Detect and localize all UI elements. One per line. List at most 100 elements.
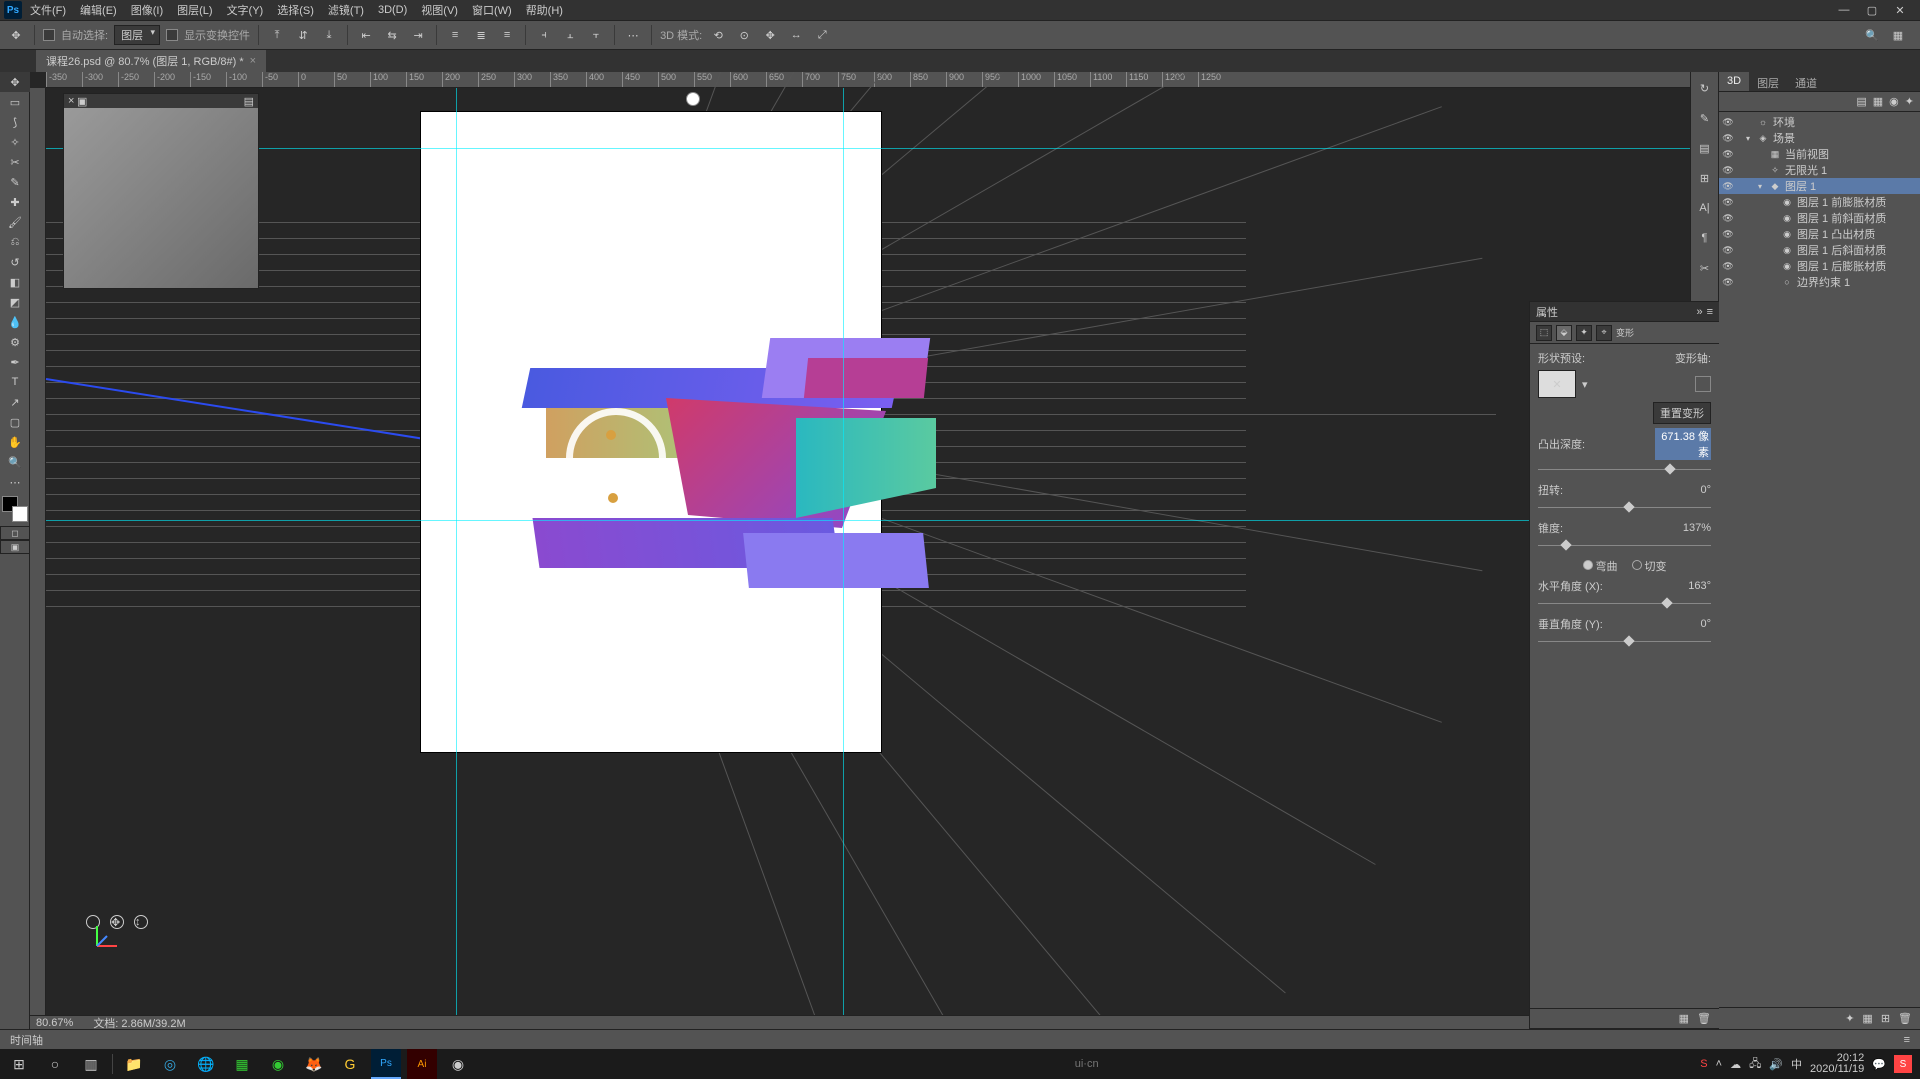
chrome-icon[interactable]: 🌐 — [191, 1049, 221, 1079]
axis-grid[interactable] — [1695, 376, 1711, 392]
zoom-level[interactable]: 80.67% — [36, 1017, 73, 1029]
tree-row[interactable]: 👁◉图层 1 后膨胀材质 — [1719, 258, 1920, 274]
tray-up-icon[interactable]: ˄ — [1716, 1058, 1722, 1070]
quickmask-toggle[interactable]: ◻ — [0, 526, 30, 540]
menu-filter[interactable]: 滤镜(T) — [322, 0, 370, 20]
hand-tool[interactable]: ✋ — [0, 432, 30, 452]
marquee-tool[interactable]: ▭ — [0, 92, 30, 112]
app1-icon[interactable]: ◎ — [155, 1049, 185, 1079]
filter-mesh-icon[interactable]: ▦ — [1873, 95, 1883, 108]
ruler-vertical[interactable] — [30, 88, 46, 1015]
tray-net-icon[interactable]: 🖧 — [1749, 1055, 1761, 1074]
panel-icon-info[interactable]: ⊞ — [1695, 168, 1715, 188]
reset-deform-button[interactable]: 重置变形 — [1653, 402, 1711, 424]
3d-rotate-icon[interactable]: ⟲ — [708, 25, 728, 45]
panel-icon-char[interactable]: A| — [1695, 198, 1715, 218]
3d-panel-new-icon[interactable]: ⊞ — [1881, 1012, 1890, 1025]
visibility-eye-icon[interactable]: 👁 — [1721, 133, 1735, 144]
autoselect-select[interactable]: 图层 — [114, 25, 160, 45]
heal-tool[interactable]: ✚ — [0, 192, 30, 212]
visibility-eye-icon[interactable]: 👁 — [1721, 213, 1735, 224]
window-maximize[interactable]: ▢ — [1862, 4, 1882, 17]
tab-3d[interactable]: 3D — [1719, 72, 1749, 91]
app4-icon[interactable]: G — [335, 1049, 365, 1079]
tray-app2-icon[interactable]: S — [1894, 1055, 1912, 1073]
panel-icon-actions[interactable]: ▤ — [1695, 138, 1715, 158]
eyedropper-tool[interactable]: ✎ — [0, 172, 30, 192]
visibility-eye-icon[interactable]: 👁 — [1721, 165, 1735, 176]
menu-help[interactable]: 帮助(H) — [520, 0, 569, 20]
timeline-panel[interactable]: 时间轴 ≡ — [0, 1029, 1920, 1049]
blur-tool[interactable]: 💧 — [0, 312, 30, 332]
3d-object[interactable] — [466, 338, 916, 608]
filter-light-icon[interactable]: ✦ — [1905, 95, 1914, 108]
lasso-tool[interactable]: ⟆ — [0, 112, 30, 132]
render-icon[interactable]: ▦ — [1679, 1012, 1689, 1025]
distribute-top-icon[interactable]: ≡ — [445, 25, 465, 45]
tray-notif-icon[interactable]: 💬 — [1872, 1058, 1886, 1071]
visibility-eye-icon[interactable]: 👁 — [1721, 245, 1735, 256]
move-tool-icon[interactable]: ✥ — [6, 25, 26, 45]
delete-icon[interactable]: 🗑 — [1697, 1012, 1711, 1025]
distribute-vcenter-icon[interactable]: ≣ — [471, 25, 491, 45]
color-swatches[interactable] — [2, 496, 28, 522]
distribute-right-icon[interactable]: ⫟ — [586, 25, 606, 45]
props-cap-icon[interactable]: ✦ — [1576, 325, 1592, 341]
props-deform-icon[interactable]: ⬙ — [1556, 325, 1572, 341]
filter-scene-icon[interactable]: ▤ — [1856, 95, 1866, 108]
tree-row[interactable]: 👁◉图层 1 前膨胀材质 — [1719, 194, 1920, 210]
panel-icon-history[interactable]: ↻ — [1695, 78, 1715, 98]
align-right-icon[interactable]: ⇥ — [408, 25, 428, 45]
document-tab[interactable]: 课程26.psd @ 80.7% (图层 1, RGB/8#) * × — [36, 49, 266, 72]
tray-ime-icon[interactable]: 中 — [1791, 1056, 1802, 1072]
3d-scene-tree[interactable]: 👁☼环境👁▾◈场景👁▦当前视图👁✧无限光 1👁▾◆图层 1👁◉图层 1 前膨胀材… — [1719, 112, 1920, 290]
distribute-hcenter-icon[interactable]: ⫠ — [560, 25, 580, 45]
nav-menu-icon[interactable]: ▤ — [244, 95, 254, 108]
guide-horizontal[interactable] — [46, 520, 1690, 521]
panel-icon-paths[interactable]: ✎ — [1695, 108, 1715, 128]
workspace-icon[interactable]: ▦ — [1888, 25, 1908, 45]
eraser-tool[interactable]: ◧ — [0, 272, 30, 292]
align-bottom-icon[interactable]: ⤓ — [319, 25, 339, 45]
visibility-eye-icon[interactable]: 👁 — [1721, 229, 1735, 240]
taper-value[interactable]: 137% — [1655, 522, 1711, 534]
menu-file[interactable]: 文件(F) — [24, 0, 72, 20]
explorer-icon[interactable]: 📁 — [119, 1049, 149, 1079]
tree-row[interactable]: 👁◉图层 1 后斜面材质 — [1719, 242, 1920, 258]
timeline-menu-icon[interactable]: ≡ — [1904, 1034, 1910, 1046]
visibility-eye-icon[interactable]: 👁 — [1721, 197, 1735, 208]
visibility-eye-icon[interactable]: 👁 — [1721, 181, 1735, 192]
3d-light-widget[interactable] — [686, 92, 700, 106]
transform-checkbox[interactable] — [166, 29, 178, 41]
menu-3d[interactable]: 3D(D) — [372, 2, 413, 18]
nav-close-icon[interactable]: × — [68, 95, 74, 107]
start-button[interactable]: ⊞ — [4, 1049, 34, 1079]
visibility-eye-icon[interactable]: 👁 — [1721, 261, 1735, 272]
type-tool[interactable]: T — [0, 372, 30, 392]
autoselect-checkbox[interactable] — [43, 29, 55, 41]
twist-slider[interactable] — [1538, 502, 1711, 514]
3d-panel-trash-icon[interactable]: 🗑 — [1898, 1012, 1912, 1025]
more-align-icon[interactable]: ⋯ — [623, 25, 643, 45]
props-collapse-icon[interactable]: » — [1696, 306, 1702, 318]
shape-tool[interactable]: ▢ — [0, 412, 30, 432]
tray-onedrive-icon[interactable]: ☁ — [1730, 1058, 1741, 1071]
3d-axis-widget[interactable] — [91, 922, 121, 955]
twisty-icon[interactable]: ▾ — [1743, 134, 1753, 143]
menu-view[interactable]: 视图(V) — [415, 0, 464, 20]
vangle-value[interactable]: 0° — [1655, 618, 1711, 630]
crop-tool[interactable]: ✂ — [0, 152, 30, 172]
tree-row[interactable]: 👁◉图层 1 前斜面材质 — [1719, 210, 1920, 226]
firefox-icon[interactable]: 🦊 — [299, 1049, 329, 1079]
menu-edit[interactable]: 编辑(E) — [74, 0, 123, 20]
navigator-panel[interactable]: × ▣ ▤ — [64, 94, 258, 288]
menu-select[interactable]: 选择(S) — [271, 0, 320, 20]
tree-row[interactable]: 👁▦当前视图 — [1719, 146, 1920, 162]
shear-radio[interactable]: 切变 — [1632, 558, 1667, 574]
nav-new-icon[interactable]: ▣ — [77, 95, 87, 108]
3d-dolly-icon[interactable]: ↕ — [134, 915, 148, 929]
guide-horizontal[interactable] — [46, 148, 1690, 149]
3d-scale-icon[interactable]: ⤢ — [812, 25, 832, 45]
edit-toolbar[interactable]: ⋯ — [0, 472, 30, 492]
tray-vol-icon[interactable]: 🔊 — [1769, 1058, 1783, 1071]
